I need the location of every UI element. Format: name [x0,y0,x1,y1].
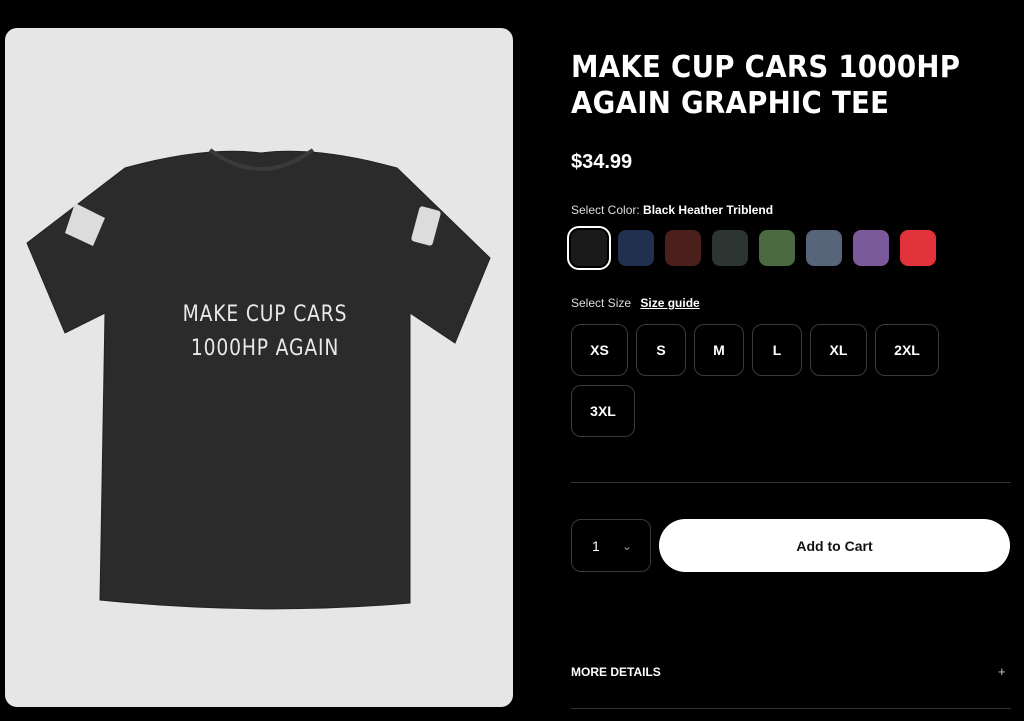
add-to-cart-button[interactable]: Add to Cart [659,519,1010,572]
swatch-slate[interactable] [806,230,842,266]
divider [571,708,1011,709]
color-swatches [567,226,936,270]
divider [571,482,1011,483]
size-s-button[interactable]: S [636,324,686,376]
color-label: Select Color: Black Heather Triblend [571,203,774,217]
quantity-value: 1 [592,537,600,554]
swatch-purple[interactable] [853,230,889,266]
product-title: MAKE CUP CARS 1000HP AGAIN GRAPHIC TEE [571,50,961,121]
size-guide-link[interactable]: Size guide [640,296,699,310]
size-2xl-button[interactable]: 2XL [875,324,939,376]
product-price: $34.99 [571,151,633,173]
quantity-select[interactable]: 1 ⌄ [571,519,651,572]
size-3xl-button[interactable]: 3XL [571,385,635,437]
tshirt-image [26,148,491,610]
selected-color-name: Black Heather Triblend [643,203,774,217]
more-details-toggle[interactable]: MORE DETAILS [571,665,661,679]
plus-icon[interactable]: + [998,664,1006,679]
chevron-down-icon: ⌄ [621,539,632,553]
swatch-red[interactable] [900,230,936,266]
swatch-navy[interactable] [618,230,654,266]
product-image-panel[interactable]: MAKE CUP CARS 1000HP AGAIN [5,28,513,707]
swatch-green[interactable] [759,230,795,266]
size-label-row: Select Size Size guide [571,296,700,310]
swatch-dark-green[interactable] [712,230,748,266]
size-xl-button[interactable]: XL [810,324,867,376]
size-m-button[interactable]: M [694,324,744,376]
shirt-print-text: MAKE CUP CARS 1000HP AGAIN [182,302,348,361]
size-l-button[interactable]: L [752,324,802,376]
swatch-maroon[interactable] [665,230,701,266]
swatch-black-heather[interactable] [567,226,611,270]
size-xs-button[interactable]: XS [571,324,628,376]
